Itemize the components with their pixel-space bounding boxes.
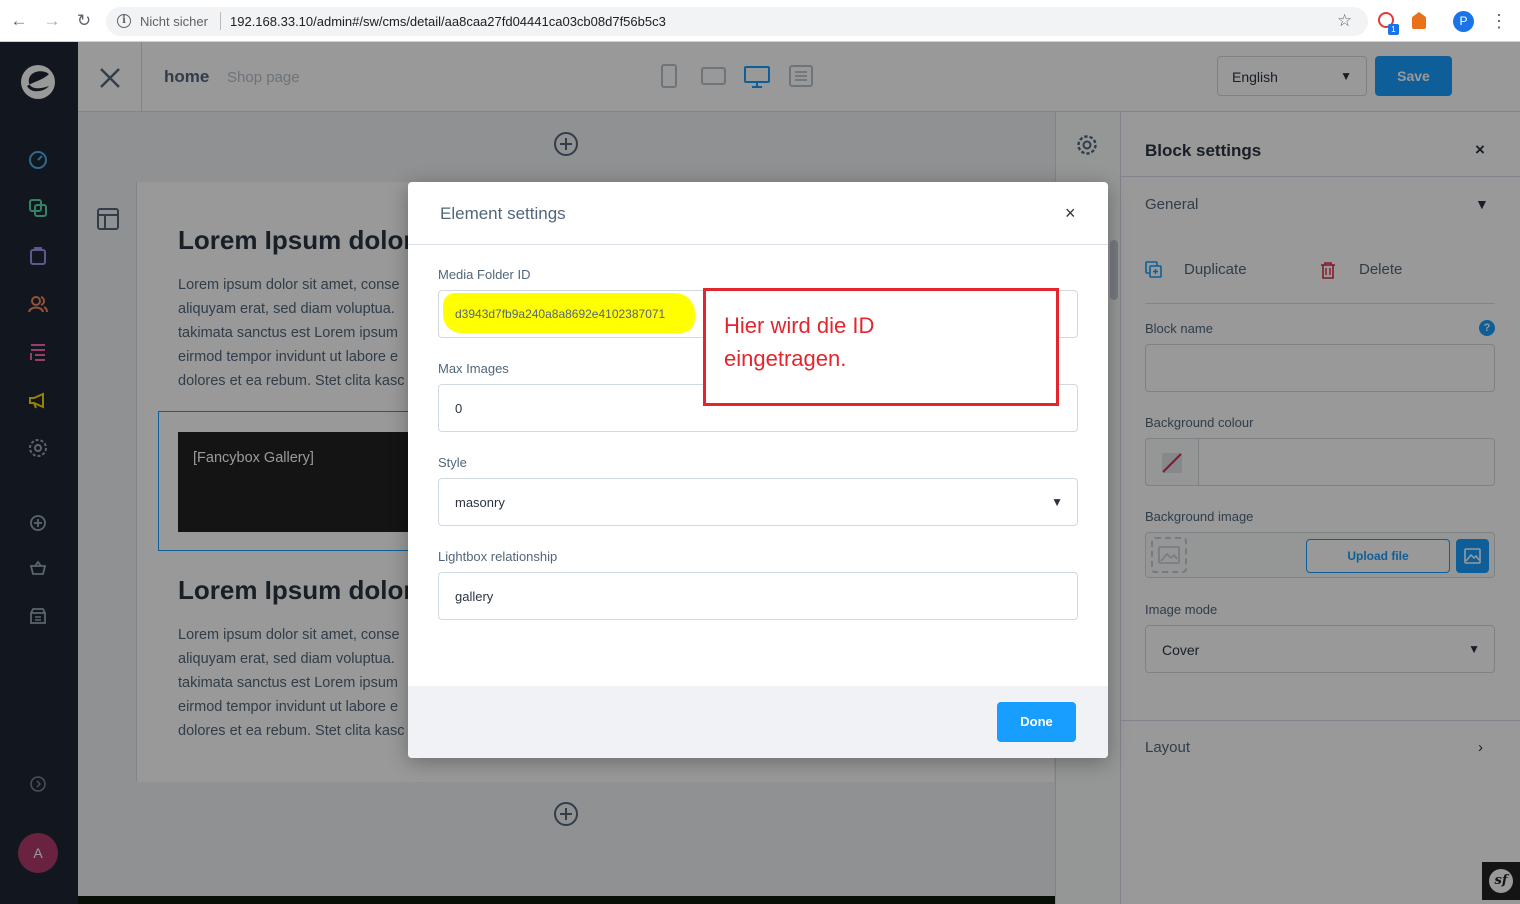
forward-icon[interactable]: → <box>42 11 62 31</box>
media-folder-label: Media Folder ID <box>438 267 531 282</box>
lightbox-value: gallery <box>455 589 494 604</box>
url-text[interactable]: 192.168.33.10/admin#/sw/cms/detail/aa8ca… <box>230 14 666 29</box>
info-icon[interactable]: i <box>117 14 131 28</box>
back-icon[interactable]: ← <box>9 11 29 31</box>
element-settings-modal: Element settings × Media Folder ID d3943… <box>408 182 1108 758</box>
done-button[interactable]: Done <box>997 702 1076 742</box>
style-label: Style <box>438 455 467 470</box>
media-folder-id-value: d3943d7fb9a240a8a8692e4102387071 <box>455 307 666 321</box>
reload-icon[interactable]: ↻ <box>74 11 94 31</box>
chevron-down-icon: ▼ <box>1051 495 1063 509</box>
modal-footer: Done <box>408 686 1108 758</box>
max-images-value: 0 <box>455 401 463 416</box>
browser-toolbar: ← → ↻ i Nicht sicher 192.168.33.10/admin… <box>0 0 1520 42</box>
close-icon[interactable]: × <box>1065 203 1076 224</box>
lightbox-relationship-input[interactable]: gallery <box>438 572 1078 620</box>
profile-avatar[interactable]: P <box>1453 11 1474 32</box>
url-separator <box>220 12 221 30</box>
annotation-text: Hier wird die ID eingetragen. <box>724 313 875 371</box>
style-select[interactable]: masonry ▼ <box>438 478 1078 526</box>
extension-lighthouse-icon[interactable] <box>1412 12 1426 29</box>
max-images-label: Max Images <box>438 361 509 376</box>
lightbox-label: Lightbox relationship <box>438 549 558 564</box>
security-label: Nicht sicher <box>140 14 208 29</box>
divider <box>408 244 1108 245</box>
bookmark-star-icon[interactable]: ☆ <box>1337 11 1352 31</box>
extension-badge: 1 <box>1388 24 1399 35</box>
modal-title: Element settings <box>440 204 566 223</box>
browser-menu-icon[interactable]: ⋮ <box>1490 11 1508 32</box>
style-value: masonry <box>455 495 505 510</box>
annotation-callout: Hier wird die ID eingetragen. <box>703 288 1059 406</box>
